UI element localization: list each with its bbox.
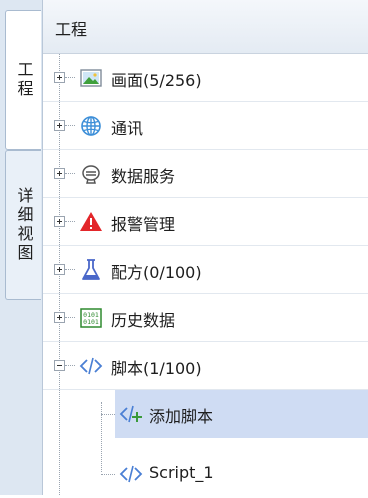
tree-connector — [101, 414, 115, 415]
tree-item-label: 报警管理 — [111, 215, 176, 234]
tree-item-label: 配方(0/100) — [111, 263, 202, 282]
tab-detail-view-label: 详细视图 — [14, 187, 34, 263]
tree-item-label: 添加脚本 — [149, 407, 214, 426]
tree-connector — [101, 474, 115, 475]
tree-item-label: 历史数据 — [111, 311, 176, 330]
tree-item-script-1[interactable]: Script_1 — [115, 450, 368, 498]
svg-text:0101: 0101 — [83, 318, 99, 326]
expand-toggle-icon[interactable] — [54, 264, 65, 275]
screen-image-icon — [79, 66, 103, 90]
project-panel: 工程 画面(5/256) 通讯 数据服务 报警管理 配方(0/100) 0101… — [43, 0, 368, 495]
tree-item-label: Script_1 — [149, 463, 214, 482]
tree-item-recipe[interactable]: 配方(0/100) — [43, 246, 368, 294]
tree-item-label: 画面(5/256) — [111, 71, 202, 90]
expand-toggle-icon[interactable] — [54, 216, 65, 227]
add-code-icon — [119, 402, 143, 426]
tree-item-history-data[interactable]: 0101 0101 历史数据 — [43, 294, 368, 342]
tree-connector — [65, 221, 75, 222]
database-service-icon — [79, 162, 103, 186]
tree-item-data-service[interactable]: 数据服务 — [43, 150, 368, 198]
tree-item-add-script[interactable]: 添加脚本 — [115, 390, 368, 438]
tree-item-label: 通讯 — [111, 119, 144, 138]
tab-detail-view[interactable]: 详细视图 — [5, 150, 41, 300]
tree-item-label: 脚本(1/100) — [111, 359, 202, 378]
tree-item-screens[interactable]: 画面(5/256) — [43, 54, 368, 102]
collapse-toggle-icon[interactable] — [54, 360, 65, 371]
expand-toggle-icon[interactable] — [54, 312, 65, 323]
code-icon — [79, 354, 103, 378]
tree-connector — [65, 317, 75, 318]
tree-item-label: 数据服务 — [111, 167, 176, 186]
tree-connector — [65, 125, 75, 126]
vertical-tab-strip: 工程 详细视图 — [0, 0, 43, 495]
flask-icon — [79, 258, 103, 282]
tab-project[interactable]: 工程 — [5, 10, 41, 150]
expand-toggle-icon[interactable] — [54, 72, 65, 83]
tree-item-scripts[interactable]: 脚本(1/100) — [43, 342, 368, 390]
tree-connector — [65, 269, 75, 270]
code-icon — [119, 462, 143, 486]
tree-item-communication[interactable]: 通讯 — [43, 102, 368, 150]
tree-item-alarm-management[interactable]: 报警管理 — [43, 198, 368, 246]
tree-connector — [65, 365, 75, 366]
binary-data-icon: 0101 0101 — [79, 306, 103, 330]
panel-title: 工程 — [55, 20, 88, 39]
expand-toggle-icon[interactable] — [54, 120, 65, 131]
panel-header: 工程 — [43, 0, 368, 54]
alarm-warning-icon — [79, 210, 103, 234]
tree-connector — [65, 173, 75, 174]
tree-child-connector-line — [101, 402, 102, 472]
tab-project-label: 工程 — [14, 61, 34, 99]
tree-connector — [65, 77, 75, 78]
globe-icon — [79, 114, 103, 138]
expand-toggle-icon[interactable] — [54, 168, 65, 179]
